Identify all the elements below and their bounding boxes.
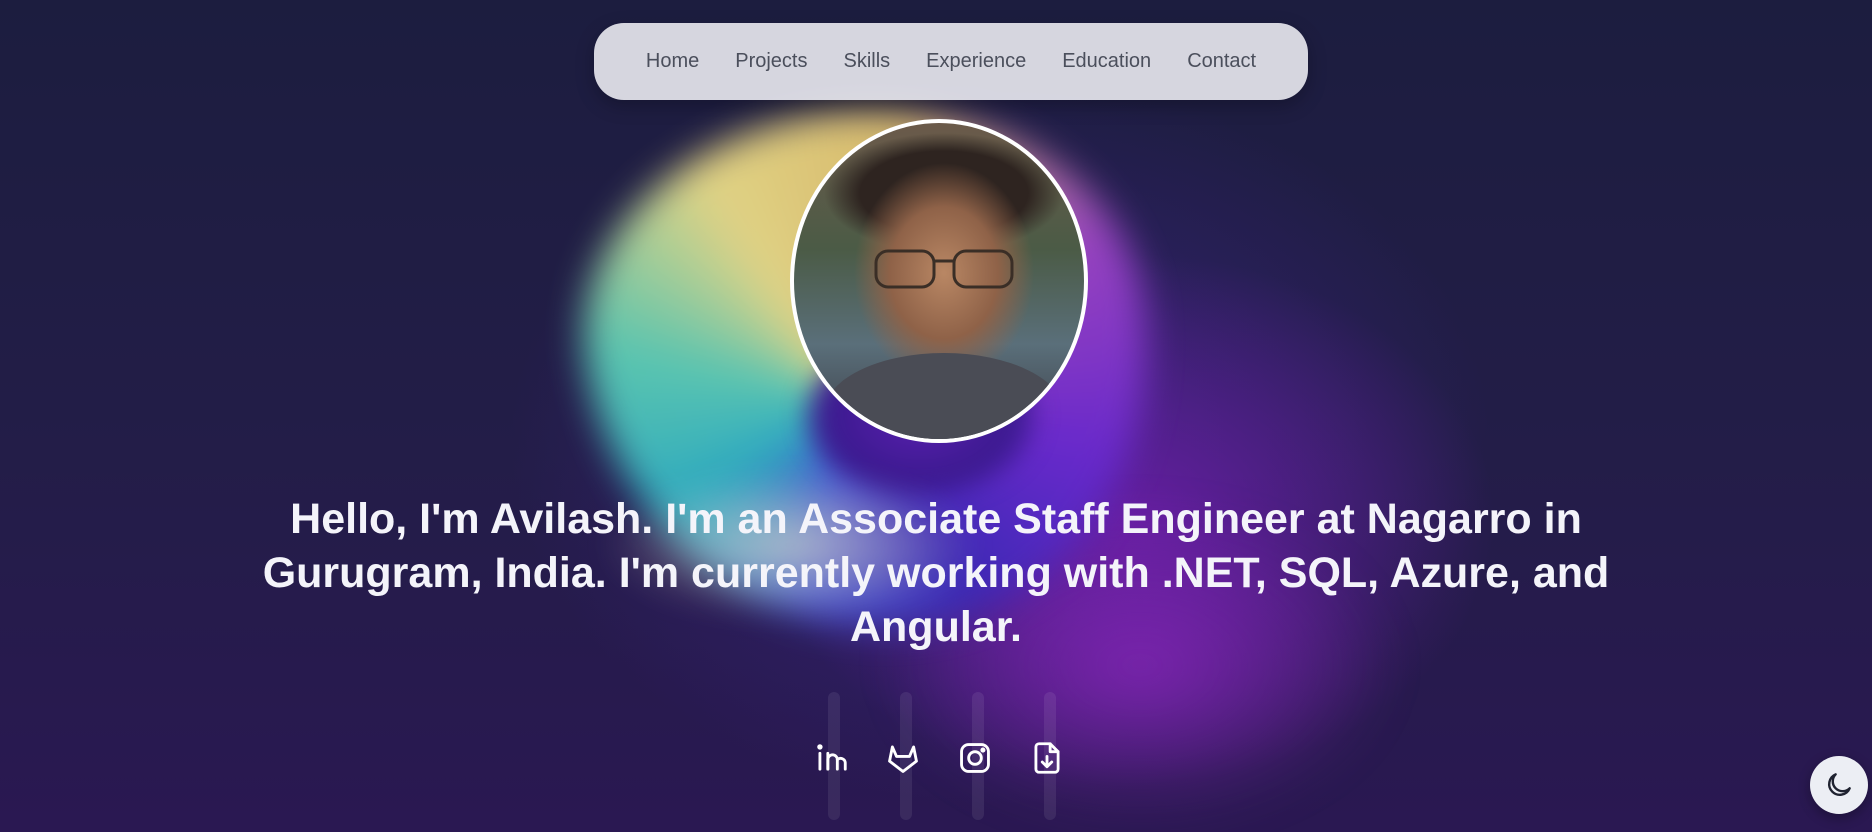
profile-photo	[790, 119, 1088, 443]
profile-photo-shirt	[824, 353, 1064, 439]
theme-toggle-button[interactable]	[1810, 756, 1868, 814]
top-navigation: Home Projects Skills Experience Educatio…	[594, 23, 1308, 100]
nav-education[interactable]: Education	[1062, 50, 1151, 73]
profile-photo-glasses	[874, 249, 1014, 289]
instagram-icon[interactable]	[955, 738, 995, 778]
social-links	[800, 692, 1080, 822]
linkedin-icon[interactable]	[811, 738, 851, 778]
moon-icon	[1828, 773, 1851, 796]
nav-contact[interactable]: Contact	[1187, 50, 1256, 73]
nav-skills[interactable]: Skills	[843, 50, 890, 73]
hero-headline: Hello, I'm Avilash. I'm an Associate Sta…	[262, 495, 1610, 651]
nav-experience[interactable]: Experience	[926, 50, 1026, 73]
nav-home[interactable]: Home	[646, 50, 699, 73]
gitlab-icon[interactable]	[883, 738, 923, 778]
nav-projects[interactable]: Projects	[735, 50, 807, 73]
download-resume-icon[interactable]	[1027, 738, 1067, 778]
